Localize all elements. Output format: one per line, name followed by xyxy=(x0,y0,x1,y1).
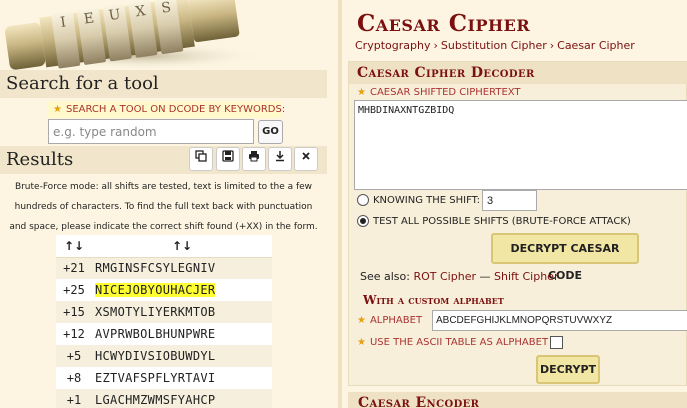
table-row: +1 LGACHMZWMSFYAHCP xyxy=(56,389,272,408)
radio-button[interactable] xyxy=(357,194,369,206)
sort-shift-icon[interactable]: ↑↓ xyxy=(56,235,92,258)
panel-divider xyxy=(338,0,342,408)
plaintext-value: RMGINSFCSYLEGNIV xyxy=(92,257,272,279)
ciphertext-label-text: CAESAR SHIFTED CIPHERTEXT xyxy=(369,87,521,98)
go-button[interactable]: GO xyxy=(258,120,283,144)
breadcrumb: Cryptography › Substitution Cipher › Caesar … xyxy=(355,39,635,52)
rot-cipher-link[interactable]: ROT Cipher xyxy=(413,270,476,283)
decoder-panel: Caesar Cipher Decoder ★ CAESAR SHIFTED CI… xyxy=(348,61,687,386)
decrypt-custom-button[interactable]: DECRYPT xyxy=(536,355,600,384)
shift-value: +15 xyxy=(56,301,92,323)
breadcrumb-substitution-cipher[interactable]: Substitution Cipher xyxy=(441,39,547,52)
plaintext-value: AVPRWBOLBHUNPWRE xyxy=(92,323,272,345)
brute-force-option[interactable]: TEST ALL POSSIBLE SHIFTS (BRUTE-FORCE AT… xyxy=(357,215,631,227)
decrypt-caesar-button[interactable]: DECRYPT CAESAR CODE xyxy=(491,233,639,282)
table-row: +21 RMGINSFCSYLEGNIV xyxy=(56,257,272,279)
table-row: +12 AVPRWBOLBHUNPWRE xyxy=(56,323,272,345)
search-input[interactable] xyxy=(48,119,254,144)
breadcrumb-separator-icon: › xyxy=(549,39,555,52)
svg-text:U: U xyxy=(108,7,122,25)
ciphertext-input[interactable]: MHBDINAXNTGZBIDQ xyxy=(354,100,687,190)
cryptex-logo-image: I E U X S xyxy=(0,0,327,70)
left-panel: I E U X S Search for a tool ★ SEARCH A TO… xyxy=(0,0,327,408)
cryptex-icon: I E U X S xyxy=(5,0,265,70)
shift-value: +5 xyxy=(56,345,92,367)
close-icon[interactable] xyxy=(294,147,318,171)
table-row: +25 NICEJOBYOUHACJER xyxy=(56,279,272,301)
brute-force-label: TEST ALL POSSIBLE SHIFTS (BRUTE-FORCE AT… xyxy=(373,215,631,227)
breadcrumb-cryptography[interactable]: Cryptography xyxy=(355,39,430,52)
ascii-option[interactable]: ★ USE THE ASCII TABLE AS ALPHABET xyxy=(357,336,564,349)
ciphertext-label: ★ CAESAR SHIFTED CIPHERTEXT xyxy=(357,87,521,98)
shift-value: +21 xyxy=(56,257,92,279)
alphabet-input[interactable] xyxy=(432,310,687,331)
search-keywords-label-text: SEARCH A TOOL ON DCODE BY KEYWORDS: xyxy=(65,104,286,115)
shift-cipher-link[interactable]: Shift Cipher xyxy=(494,270,558,283)
knowing-shift-option[interactable]: KNOWING THE SHIFT: xyxy=(357,194,480,206)
highlighted-plaintext: NICEJOBYOUHACJER xyxy=(95,283,216,297)
breadcrumb-caesar-cipher[interactable]: Caesar Cipher xyxy=(557,39,635,52)
plaintext-value: EZTVAFSPFLYRTAVI xyxy=(92,367,272,389)
plaintext-value: HCWYDIVSIOBUWDYL xyxy=(92,345,272,367)
custom-alphabet-heading: With a custom alphabet xyxy=(363,293,504,307)
sort-text-icon[interactable]: ↑↓ xyxy=(92,235,272,258)
page-title: Caesar Cipher xyxy=(357,10,531,37)
results-header-row: ↑↓ ↑↓ xyxy=(56,235,272,258)
print-icon[interactable] xyxy=(242,147,266,171)
search-tool-heading: Search for a tool xyxy=(0,70,327,98)
plaintext-value: XSMOTYLIYERKMTOB xyxy=(92,301,272,323)
shift-value: +8 xyxy=(56,367,92,389)
plaintext-value: LGACHMZWMSFYAHCP xyxy=(92,389,272,408)
star-icon: ★ xyxy=(357,337,366,348)
alphabet-label-text: ALPHABET xyxy=(369,315,423,326)
see-also-separator: — xyxy=(479,270,491,283)
star-icon: ★ xyxy=(357,87,366,98)
ascii-label-text: USE THE ASCII TABLE AS ALPHABET xyxy=(369,337,549,348)
plaintext-value: NICEJOBYOUHACJER xyxy=(92,279,272,301)
star-icon: ★ xyxy=(357,315,366,326)
shift-value: +1 xyxy=(56,389,92,408)
breadcrumb-separator-icon: › xyxy=(433,39,438,52)
table-row: +8 EZTVAFSPFLYRTAVI xyxy=(56,367,272,389)
shift-value: +12 xyxy=(56,323,92,345)
save-icon[interactable] xyxy=(216,147,240,171)
radio-button-selected[interactable] xyxy=(357,215,369,227)
right-panel: Caesar Cipher Cryptography › Substitution … xyxy=(343,0,687,408)
table-row: +15 XSMOTYLIYERKMTOB xyxy=(56,301,272,323)
copy-icon[interactable] xyxy=(189,147,213,171)
ascii-checkbox[interactable] xyxy=(550,336,564,349)
shift-value: +25 xyxy=(56,279,92,301)
see-also-label: See also: xyxy=(360,270,410,283)
star-icon: ★ xyxy=(53,104,62,115)
decoder-heading: Caesar Cipher Decoder xyxy=(349,62,687,84)
results-table: ↑↓ ↑↓ +21 RMGINSFCSYLEGNIV +25 NICEJOBYO… xyxy=(56,235,272,408)
table-row: +5 HCWYDIVSIOBUWDYL xyxy=(56,345,272,367)
brute-force-note: Brute-Force mode: all shifts are tested,… xyxy=(0,175,327,235)
encoder-heading: Caesar Encoder xyxy=(348,392,687,408)
download-icon[interactable] xyxy=(268,147,292,171)
search-keywords-label: ★ SEARCH A TOOL ON DCODE BY KEYWORDS: xyxy=(47,101,285,118)
see-also: See also: ROT Cipher — Shift Cipher xyxy=(360,270,558,283)
alphabet-label: ★ ALPHABET xyxy=(357,315,422,326)
knowing-shift-label: KNOWING THE SHIFT: xyxy=(373,194,481,206)
shift-input[interactable] xyxy=(482,190,537,211)
